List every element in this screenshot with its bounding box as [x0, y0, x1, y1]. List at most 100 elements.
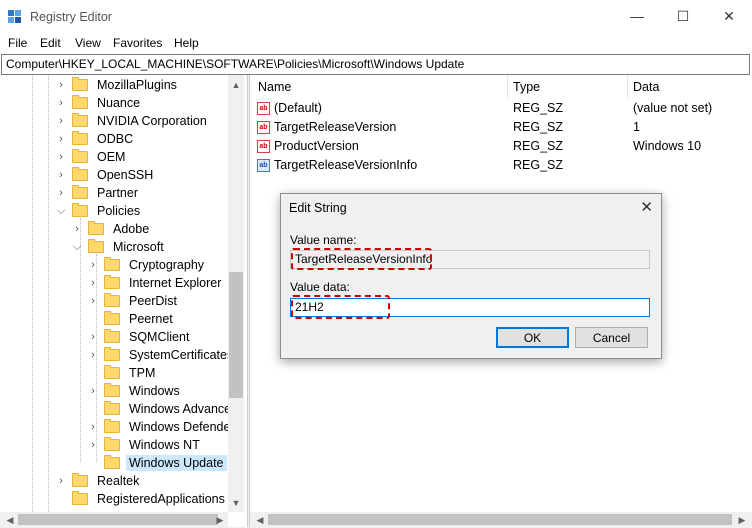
- column-separator[interactable]: [627, 75, 628, 99]
- list-hscroll-thumb[interactable]: [268, 514, 732, 525]
- chevron-right-icon[interactable]: ›: [56, 151, 66, 163]
- value-name-cell[interactable]: TargetReleaseVersionInfo: [274, 158, 417, 172]
- value-name-cell[interactable]: ProductVersion: [274, 139, 359, 153]
- tree-item-label: Partner: [97, 186, 138, 200]
- value-data-cell[interactable]: 1: [633, 120, 640, 134]
- value-data-label: Value data:: [290, 280, 350, 294]
- value-name-cell[interactable]: (Default): [274, 101, 322, 115]
- tree-item[interactable]: Windows Advanced: [88, 400, 241, 418]
- chevron-right-icon[interactable]: ›: [88, 295, 98, 307]
- chevron-right-icon[interactable]: ›: [88, 349, 98, 361]
- maximize-icon: ☐: [676, 7, 690, 24]
- menu-file[interactable]: File: [8, 36, 27, 50]
- folder-icon: [104, 455, 120, 469]
- value-type-cell[interactable]: REG_SZ: [513, 139, 563, 153]
- chevron-right-icon[interactable]: ›: [88, 277, 98, 289]
- tree-item[interactable]: ⌵ Policies: [56, 202, 143, 220]
- tree-item[interactable]: › Nuance: [56, 94, 143, 112]
- value-type-cell[interactable]: REG_SZ: [513, 158, 563, 172]
- tree-hscroll-thumb[interactable]: [18, 514, 218, 525]
- column-header-data[interactable]: Data: [633, 80, 659, 94]
- tree-item[interactable]: RegisteredApplications: [56, 490, 228, 508]
- tree-item[interactable]: › SQMClient: [88, 328, 192, 346]
- value-data-cell[interactable]: (value not set): [633, 101, 712, 115]
- list-scroll-left-icon[interactable]: ◀: [252, 512, 268, 528]
- tree-item-label: NVIDIA Corporation: [97, 114, 207, 128]
- registry-editor-icon: [8, 10, 21, 23]
- chevron-right-icon[interactable]: ›: [88, 259, 98, 271]
- folder-icon: [104, 383, 120, 397]
- ok-button[interactable]: OK: [496, 327, 569, 348]
- tree-item[interactable]: › SystemCertificates: [88, 346, 236, 364]
- column-separator[interactable]: [507, 75, 508, 99]
- tree-item[interactable]: › Partner: [56, 184, 141, 202]
- chevron-right-icon[interactable]: ›: [72, 223, 82, 235]
- tree-item[interactable]: › Windows NT: [88, 436, 203, 454]
- tree-item[interactable]: ⌵ Microsoft: [72, 238, 167, 256]
- tree-item[interactable]: › Adobe: [72, 220, 152, 238]
- folder-icon: [104, 329, 120, 343]
- tree-item[interactable]: TPM: [88, 364, 158, 382]
- tree-item[interactable]: › Internet Explorer: [88, 274, 224, 292]
- tree-item[interactable]: Windows Update: [88, 454, 227, 472]
- tree-item[interactable]: Peernet: [88, 310, 176, 328]
- chevron-right-icon[interactable]: ›: [56, 97, 66, 109]
- tree-item-label: Internet Explorer: [129, 276, 222, 290]
- minimize-button[interactable]: —: [614, 0, 660, 32]
- value-name-label: Value name:: [290, 233, 357, 247]
- value-type-cell[interactable]: REG_SZ: [513, 101, 563, 115]
- menu-help[interactable]: Help: [174, 36, 199, 50]
- menu-favorites[interactable]: Favorites: [113, 36, 162, 50]
- scroll-up-icon[interactable]: ▲: [228, 77, 244, 93]
- chevron-right-icon[interactable]: ›: [88, 439, 98, 451]
- value-data-cell[interactable]: Windows 10: [633, 139, 701, 153]
- tree-item[interactable]: › NVIDIA Corporation: [56, 112, 210, 130]
- cancel-button[interactable]: Cancel: [575, 327, 648, 348]
- folder-icon: [88, 239, 104, 253]
- close-button[interactable]: ✕: [706, 0, 752, 32]
- tree-item[interactable]: › MozillaPlugins: [56, 76, 180, 94]
- dialog-close-icon[interactable]: ✕: [640, 198, 653, 216]
- chevron-right-icon[interactable]: ›: [56, 475, 66, 487]
- tree-item[interactable]: › Cryptography: [88, 256, 207, 274]
- maximize-button[interactable]: ☐: [660, 0, 706, 32]
- value-type-cell[interactable]: REG_SZ: [513, 120, 563, 134]
- title-bar[interactable]: Registry Editor — ☐ ✕: [0, 0, 752, 32]
- value-data-input[interactable]: 21H2: [290, 298, 650, 317]
- column-header-name[interactable]: Name: [258, 80, 291, 94]
- folder-icon: [104, 365, 120, 379]
- chevron-right-icon[interactable]: ›: [88, 421, 98, 433]
- tree-item[interactable]: › Realtek: [56, 472, 142, 490]
- tree-item[interactable]: › ODBC: [56, 130, 136, 148]
- chevron-right-icon[interactable]: ›: [56, 133, 66, 145]
- chevron-down-icon[interactable]: ⌵: [56, 205, 66, 217]
- scroll-left-icon[interactable]: ◀: [2, 512, 18, 528]
- string-value-icon: ab: [257, 121, 270, 134]
- chevron-right-icon[interactable]: ›: [56, 115, 66, 127]
- list-scroll-right-icon[interactable]: ▶: [734, 512, 750, 528]
- menu-view[interactable]: View: [75, 36, 101, 50]
- string-value-icon: ab: [257, 159, 270, 172]
- chevron-right-icon[interactable]: ›: [56, 169, 66, 181]
- tree-item-label: TPM: [129, 366, 156, 380]
- tree-item[interactable]: › OpenSSH: [56, 166, 156, 184]
- chevron-down-icon[interactable]: ⌵: [72, 241, 82, 253]
- chevron-right-icon[interactable]: ›: [56, 79, 66, 91]
- column-header-type[interactable]: Type: [513, 80, 540, 94]
- scroll-down-icon[interactable]: ▼: [228, 495, 244, 511]
- tree-item[interactable]: › OEM: [56, 148, 128, 166]
- tree-item[interactable]: › PeerDist: [88, 292, 180, 310]
- folder-icon: [72, 185, 88, 199]
- chevron-right-icon[interactable]: ›: [88, 385, 98, 397]
- tree-item-label: Windows: [129, 384, 180, 398]
- menu-edit[interactable]: Edit: [40, 36, 61, 50]
- scroll-right-icon[interactable]: ▶: [212, 512, 228, 528]
- tree-item[interactable]: › Windows: [88, 382, 183, 400]
- value-name-cell[interactable]: TargetReleaseVersion: [274, 120, 396, 134]
- tree-item[interactable]: › Windows Defender: [88, 418, 238, 436]
- chevron-right-icon[interactable]: ›: [56, 187, 66, 199]
- tree-scroll-thumb[interactable]: [229, 272, 243, 398]
- chevron-right-icon[interactable]: ›: [88, 331, 98, 343]
- address-bar[interactable]: Computer\HKEY_LOCAL_MACHINE\SOFTWARE\Pol…: [1, 54, 750, 75]
